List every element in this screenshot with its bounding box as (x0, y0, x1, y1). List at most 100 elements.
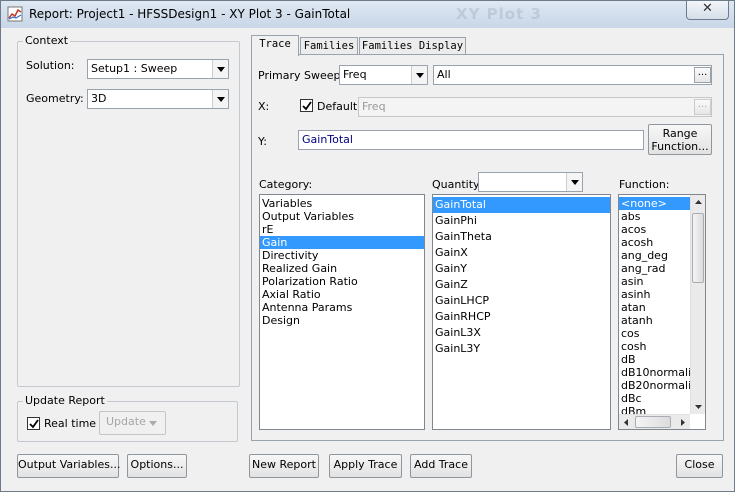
output-variables-label: Output Variables... (18, 458, 121, 471)
function-list-item[interactable]: asinh (619, 288, 691, 301)
quantity-list-item[interactable]: GainRHCP (433, 309, 610, 325)
function-list-item[interactable]: <none> (619, 197, 691, 210)
quantity-list-item[interactable]: GainL3Y (433, 341, 610, 357)
vertical-scroll-thumb[interactable] (692, 213, 704, 283)
background-window-title: XY Plot 3 (456, 5, 542, 23)
function-list-item[interactable]: ang_deg (619, 249, 691, 262)
primary-sweep-select[interactable]: Freq (339, 65, 428, 85)
function-list-item[interactable]: dB20normalize (619, 379, 691, 392)
x-default-label: Default (317, 100, 358, 113)
function-list-item[interactable]: cos (619, 327, 691, 340)
x-edit-button[interactable]: ... (694, 99, 711, 115)
tab-trace-label: Trace (259, 38, 291, 50)
app-icon (7, 6, 23, 22)
chevron-down-icon[interactable] (566, 173, 582, 191)
chevron-down-icon[interactable] (411, 66, 427, 84)
function-list-item[interactable]: acosh (619, 236, 691, 249)
category-label: Category: (259, 178, 313, 191)
ellipsis-icon: ... (697, 67, 708, 78)
close-label: Close (684, 458, 715, 471)
ellipsis-icon: ... (697, 99, 708, 110)
update-report-label: Update Report (23, 394, 107, 407)
x-field[interactable]: Freq (358, 97, 712, 117)
category-list-item[interactable]: Variables (260, 197, 424, 210)
tab-trace[interactable]: Trace (251, 35, 299, 56)
function-label: Function: (619, 178, 670, 191)
function-list-item[interactable]: cosh (619, 340, 691, 353)
close-button[interactable]: Close (676, 454, 723, 478)
y-value: GainTotal (302, 133, 353, 146)
options-label: Options... (130, 458, 184, 471)
category-list-item[interactable]: Axial Ratio (260, 288, 424, 301)
quantity-list-item[interactable]: GainL3X (433, 325, 610, 341)
quantity-list-item[interactable]: GainY (433, 261, 610, 277)
quantity-list[interactable]: GainTotal GainPhi GainTheta GainX GainY GainZ… (432, 194, 611, 430)
quantity-list-item[interactable]: GainPhi (433, 213, 610, 229)
tab-families-display-label: Families Display (361, 40, 464, 52)
new-report-label: New Report (252, 458, 316, 471)
solution-select[interactable]: Setup1 : Sweep (87, 59, 229, 79)
quantity-filter-select[interactable] (478, 172, 583, 192)
x-default-checkbox[interactable] (300, 99, 313, 112)
function-list-item[interactable]: asin (619, 275, 691, 288)
output-variables-button[interactable]: Output Variables... (17, 454, 121, 478)
function-list-item[interactable]: dB10normalize (619, 366, 691, 379)
category-list-item[interactable]: rE (260, 223, 424, 236)
apply-trace-label: Apply Trace (333, 458, 398, 471)
options-button[interactable]: Options... (127, 454, 187, 478)
range-function-button[interactable]: Range Function... (648, 124, 712, 155)
category-list-item[interactable]: Directivity (260, 249, 424, 262)
apply-trace-button[interactable]: Apply Trace (329, 454, 402, 478)
sweep-range-edit-button[interactable]: ... (694, 67, 711, 83)
function-vertical-scrollbar[interactable] (690, 195, 705, 414)
window-close-button[interactable]: ✕ (686, 1, 729, 20)
add-trace-button[interactable]: Add Trace (410, 454, 472, 478)
report-dialog: Report: Project1 - HFSSDesign1 - XY Plot… (0, 0, 735, 492)
category-list-item[interactable]: Output Variables (260, 210, 424, 223)
scroll-left-icon[interactable] (619, 415, 634, 429)
update-button[interactable]: Update (99, 411, 166, 435)
range-function-label-2: Function... (651, 140, 709, 153)
quantity-list-item[interactable]: GainX (433, 245, 610, 261)
horizontal-scroll-thumb[interactable] (635, 416, 671, 428)
realtime-label: Real time (44, 417, 97, 430)
solution-value: Setup1 : Sweep (91, 62, 178, 75)
tab-families-label: Families (303, 40, 355, 52)
scroll-right-icon[interactable] (675, 415, 690, 429)
function-list-item[interactable]: dB (619, 353, 691, 366)
function-list-item[interactable]: atanh (619, 314, 691, 327)
chevron-down-icon[interactable] (212, 90, 228, 108)
quantity-list-item[interactable]: GainLHCP (433, 293, 610, 309)
function-list-item[interactable]: atan (619, 301, 691, 314)
quantity-list-item[interactable]: GainTheta (433, 229, 610, 245)
quantity-list-item[interactable]: GainTotal (433, 197, 610, 213)
range-function-label-1: Range (662, 127, 698, 140)
scroll-down-icon[interactable] (691, 399, 705, 414)
category-list-item[interactable]: Polarization Ratio (260, 275, 424, 288)
window-title: Report: Project1 - HFSSDesign1 - XY Plot… (29, 7, 351, 21)
chevron-down-icon[interactable] (212, 60, 228, 78)
category-list[interactable]: Variables Output Variables rE Gain Directivi… (259, 194, 425, 430)
category-list-item[interactable]: Realized Gain (260, 262, 424, 275)
x-label: X: (258, 100, 270, 113)
sweep-range-field[interactable]: All (433, 65, 712, 85)
category-list-item[interactable]: Design (260, 314, 424, 327)
scroll-up-icon[interactable] (691, 195, 705, 210)
primary-sweep-label: Primary Sweep: (258, 69, 345, 82)
function-list-item[interactable]: acos (619, 223, 691, 236)
quantity-list-item[interactable]: GainZ (433, 277, 610, 293)
geometry-select[interactable]: 3D (87, 89, 229, 109)
checkmark-icon (29, 419, 39, 429)
new-report-button[interactable]: New Report (249, 454, 319, 478)
function-list-item[interactable]: abs (619, 210, 691, 223)
close-icon: ✕ (702, 1, 713, 16)
title-bar[interactable]: Report: Project1 - HFSSDesign1 - XY Plot… (1, 1, 734, 28)
function-list-item[interactable]: ang_rad (619, 262, 691, 275)
y-expression-field[interactable]: GainTotal (298, 130, 644, 150)
function-list-item[interactable]: dBc (619, 392, 691, 405)
category-list-item[interactable]: Antenna Params (260, 301, 424, 314)
realtime-checkbox[interactable] (27, 417, 40, 430)
function-horizontal-scrollbar[interactable] (619, 414, 690, 429)
category-list-item[interactable]: Gain (260, 236, 424, 249)
function-list[interactable]: <none> abs acos acosh ang_deg ang_rad asin asin… (618, 194, 706, 430)
